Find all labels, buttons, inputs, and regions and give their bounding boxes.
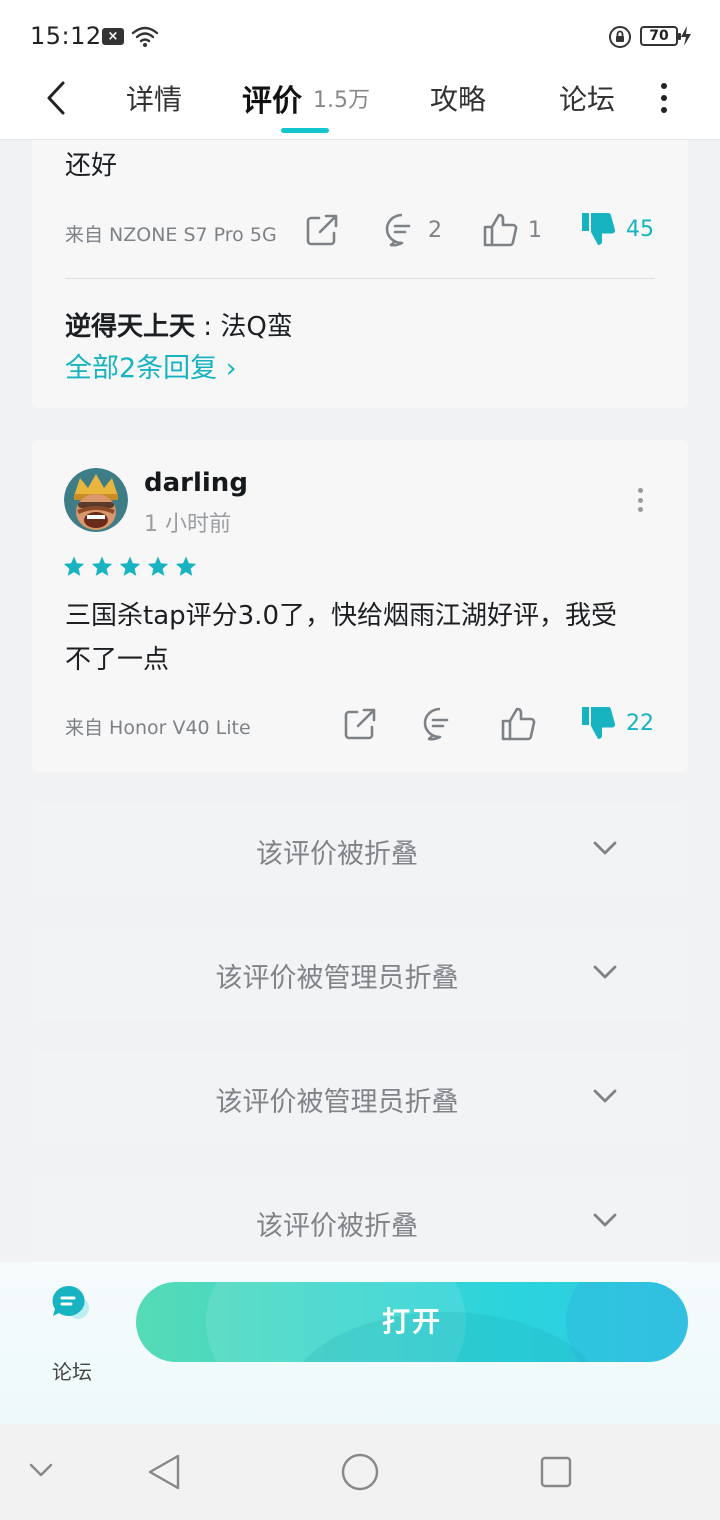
comment-count: 2 [428,217,442,243]
share-icon [344,708,376,740]
thumbs-up-icon [483,213,518,247]
star-icon [175,556,197,576]
chevron-down-icon [593,1089,617,1103]
star-icon [119,556,141,576]
divider [65,278,655,279]
folded-review-label: 该评价被管理员折叠 [215,963,459,994]
share-icon [306,214,338,246]
nav-recents-icon[interactable] [538,1454,574,1490]
comment-icon [385,213,411,247]
chevron-down-icon [593,965,617,979]
top-nav: 详情 评价 1.5万 攻略 论坛 [0,72,720,140]
bottom-action-bar: 论坛 打开 [0,1262,720,1424]
dislike-count: 45 [626,216,654,242]
back-arrow-icon [47,81,65,115]
avatar[interactable] [64,468,128,532]
review-text-line: 不了一点 [65,645,170,675]
back-button[interactable] [38,76,74,120]
review-count: 1.5万 [313,88,370,113]
star-icon [63,556,85,576]
reply-preview[interactable]: 逆得天上天 : 法Q蛮 [65,306,293,343]
active-tab-indicator [281,128,329,133]
more-menu-button[interactable] [650,78,678,118]
device-label: 来自 Honor V40 Lite [65,717,251,739]
review-card: 还好 来自 NZONE S7 Pro 5G 2 1 45 逆得天上天 : 法Q蛮… [32,140,688,408]
review-card: darling 1 小时前 三国杀tap评分3.0了，快给烟雨江湖好评，我受 不… [32,440,688,772]
device-label: 来自 NZONE S7 Pro 5G [65,224,277,246]
tab-detail[interactable]: 详情 [126,78,182,118]
charging-icon [681,26,691,46]
folded-review[interactable]: 该评价被管理员折叠 [32,928,688,1020]
tab-review[interactable]: 评价 [242,76,302,120]
folded-review[interactable]: 该评价被折叠 [32,1176,688,1268]
open-label: 打开 [381,1305,442,1338]
username[interactable]: darling [144,468,248,498]
all-replies-link[interactable]: 全部2条回复 › [65,346,237,385]
folded-review[interactable]: 该评价被折叠 [32,804,688,896]
nav-home-icon[interactable] [340,1452,380,1492]
folded-review-label: 该评价被管理员折叠 [215,1087,459,1118]
tab-forum[interactable]: 论坛 [559,78,615,118]
like-button[interactable] [500,706,538,742]
thumbs-down-icon [582,706,616,739]
star-rating [62,555,198,579]
rotation-lock-icon [609,26,631,48]
tab-guide[interactable]: 攻略 [430,78,486,118]
star-icon [91,556,113,576]
like-count: 1 [528,217,542,243]
nav-back-icon[interactable] [146,1452,182,1492]
avatar-image [64,468,128,532]
battery-indicator: 70 [640,26,681,46]
folded-review-label: 该评价被折叠 [256,839,418,870]
comment-icon [423,707,449,741]
like-button[interactable]: 1 [482,212,542,248]
forum-label: 论坛 [52,1360,92,1384]
hide-nav-chevron-icon[interactable] [28,1462,54,1478]
status-time: 15:12 [30,22,102,50]
dislike-count: 22 [626,710,654,736]
dislike-button[interactable]: 45 [580,210,654,248]
review-text-line: 三国杀tap评分3.0了，快给烟雨江湖好评，我受 [65,601,617,631]
system-nav-bar [0,1424,720,1520]
forum-entry-button[interactable]: 论坛 [44,1284,100,1384]
reply-text: 法Q蛮 [220,312,293,342]
reply-separator: : [195,312,221,342]
folded-review-label: 该评价被折叠 [256,1211,418,1242]
wifi-icon [131,26,159,47]
reply-author: 逆得天上天 [65,312,196,342]
review-more-button[interactable] [632,488,648,512]
star-icon [147,556,169,576]
share-button[interactable] [342,706,378,742]
folded-review[interactable]: 该评价被管理员折叠 [32,1052,688,1144]
comment-button[interactable] [422,706,458,742]
thumbs-up-icon [501,707,536,741]
chevron-down-icon [593,1213,617,1227]
review-time: 1 小时前 [144,512,231,537]
chevron-down-icon [593,841,617,855]
review-text: 还好 [65,151,118,181]
thumbs-down-icon [582,212,616,245]
open-app-button[interactable]: 打开 [136,1282,688,1362]
dislike-button[interactable]: 22 [580,704,654,742]
forum-chat-icon [52,1285,89,1319]
notification-icon: × [102,28,124,45]
share-button[interactable] [304,212,340,248]
comment-button[interactable]: 2 [384,212,442,248]
status-bar: 15:12 × 70 [0,0,720,72]
